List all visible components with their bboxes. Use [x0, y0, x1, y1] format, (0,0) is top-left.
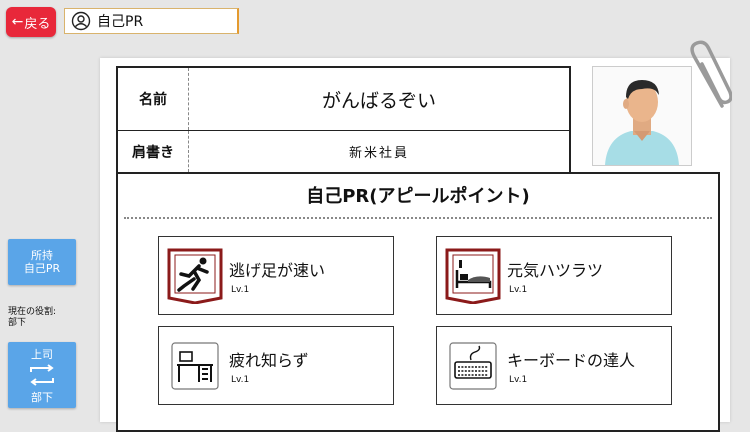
skill-level: Lv.1 [509, 375, 528, 385]
screen-title: 自己PR [97, 14, 144, 30]
skill-name: 逃げ足が速い [229, 261, 326, 280]
skill-name: キーボードの達人 [507, 351, 636, 370]
back-button-label: 戻る [24, 16, 51, 32]
skill-level: Lv.1 [231, 285, 250, 295]
swap-top-label: 上司 [31, 348, 53, 361]
profile-photo [592, 66, 692, 166]
profile-icon [71, 11, 91, 31]
desk-icon [171, 342, 219, 390]
current-role: 現在の役割: 部下 [8, 307, 56, 329]
self-pr-heading: 自己PR(アピールポイント) [306, 186, 530, 207]
owned-pr-button[interactable]: 所持 自己PR [8, 239, 76, 285]
skill-card[interactable]: 疲れ知らず Lv.1 [158, 326, 394, 405]
paperclip-icon [690, 40, 732, 108]
back-arrow-icon: ← [11, 14, 24, 30]
skill-level: Lv.1 [509, 285, 528, 295]
name-value: がんばるぞい [321, 89, 436, 112]
profile-sheet: 名前 がんばるぞい 肩書き 新米社員 自己PR(アピールポイント) 逃げ足が速い… [100, 58, 730, 432]
skill-name: 疲れ知らず [229, 351, 309, 370]
current-role-caption: 現在の役割: [8, 307, 57, 317]
job-title-row: 肩書き 新米社員 [118, 131, 569, 172]
skill-name: 元気ハツラツ [507, 261, 604, 280]
screen-title-box: 自己PR [64, 8, 239, 34]
skill-card[interactable]: 逃げ足が速い Lv.1 [158, 236, 394, 315]
current-role-value: 部下 [8, 318, 27, 328]
skill-card[interactable]: キーボードの達人 Lv.1 [436, 326, 672, 405]
heading-divider [124, 217, 712, 219]
owned-pr-label: 所持 自己PR [23, 249, 61, 275]
name-row: 名前 がんばるぞい [118, 68, 569, 131]
running-person-icon [167, 248, 223, 304]
name-label: 名前 [118, 68, 189, 130]
bed-icon [445, 248, 501, 304]
back-button[interactable]: ← 戻る [6, 7, 56, 37]
profile-info-table: 名前 がんばるぞい 肩書き 新米社員 [116, 66, 571, 174]
avatar-icon [605, 80, 679, 165]
swap-bottom-label: 部下 [31, 391, 53, 404]
job-title-label: 肩書き [118, 131, 189, 172]
role-swap-button[interactable]: 上司 部下 [8, 342, 76, 408]
keyboard-icon [449, 342, 497, 390]
self-pr-panel: 自己PR(アピールポイント) 逃げ足が速い Lv.1 元気ハツラツ Lv.1 疲… [116, 172, 720, 432]
job-title-value: 新米社員 [348, 146, 409, 161]
swap-arrows-icon [30, 364, 54, 386]
skill-level: Lv.1 [231, 375, 250, 385]
skill-card[interactable]: 元気ハツラツ Lv.1 [436, 236, 672, 315]
